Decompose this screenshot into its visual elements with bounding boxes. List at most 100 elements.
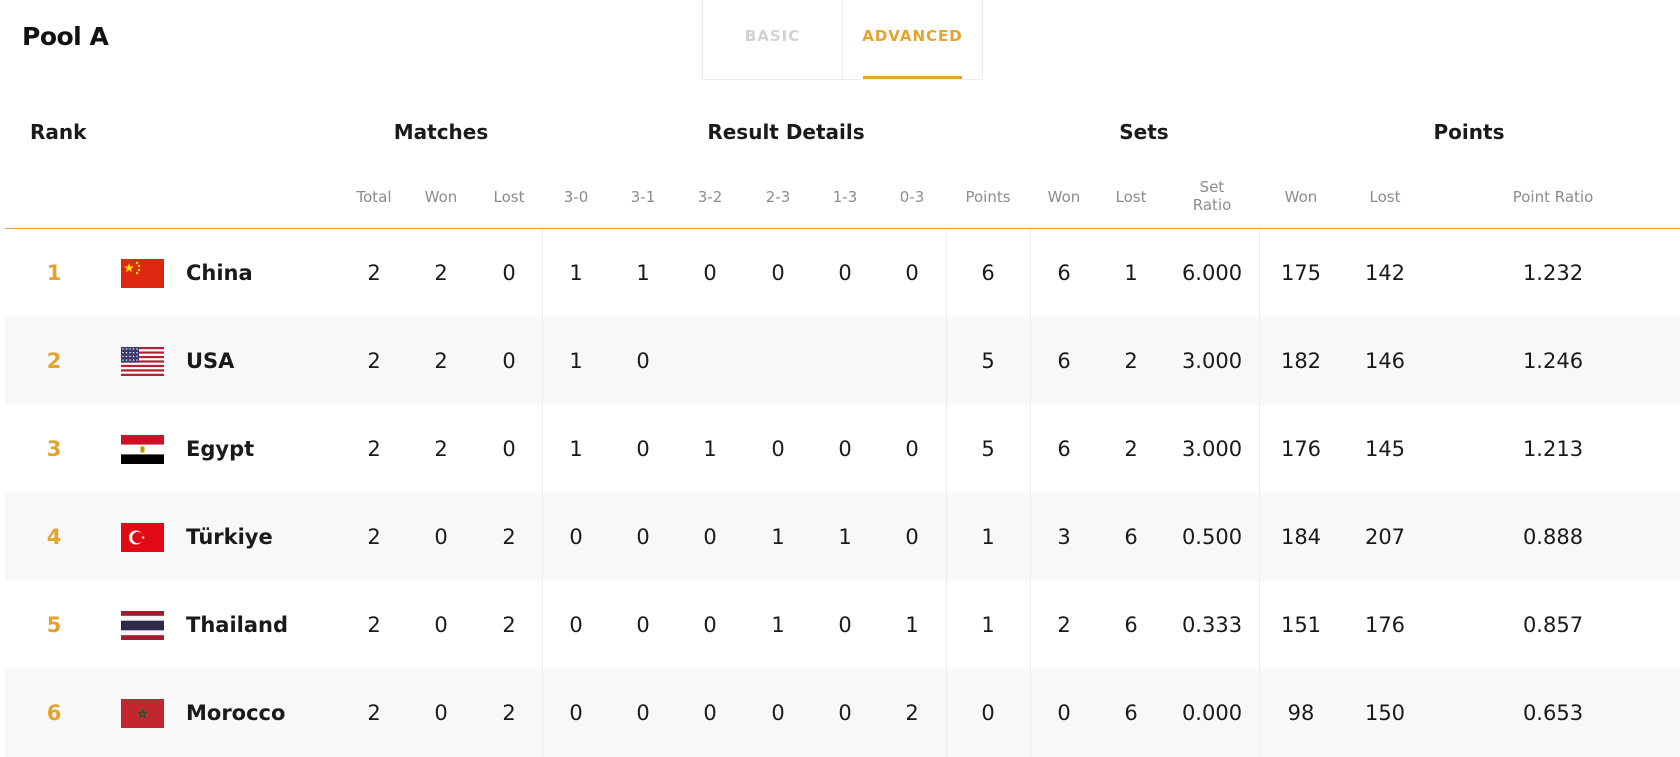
cell-points: 0 bbox=[981, 701, 995, 725]
col-header-3-2: 3-2 bbox=[697, 188, 723, 206]
cell-pts-lost: 142 bbox=[1364, 261, 1406, 285]
cell-pts-lost: 176 bbox=[1364, 613, 1406, 637]
cell-lost: 0 bbox=[502, 261, 516, 285]
col-header-0-3: 0-3 bbox=[899, 188, 925, 206]
cell-total: 2 bbox=[367, 349, 381, 373]
col-header-sets-lost: Lost bbox=[1115, 188, 1147, 206]
col-header-point-ratio: Point Ratio bbox=[1512, 188, 1594, 206]
table-row[interactable]: 3 Egypt 2 2 0 1 0 1 0 0 0 5 6 2 3.000 176 145 1.213 bbox=[5, 405, 1680, 493]
table-row[interactable]: 1 China 2 2 0 1 1 0 0 0 0 6 6 1 6.000 175 142 1.232 bbox=[5, 229, 1680, 317]
col-header-points-lost: Lost bbox=[1369, 188, 1401, 206]
cell-r13: 0 bbox=[838, 437, 852, 461]
cell-point-ratio: 1.213 bbox=[1522, 437, 1584, 461]
cell-point-ratio: 0.857 bbox=[1522, 613, 1584, 637]
table-row[interactable]: 5 Thailand 2 0 2 0 0 0 1 0 1 1 2 6 0.333 151 176 0.857 bbox=[5, 581, 1680, 669]
cell-won: 2 bbox=[434, 349, 448, 373]
cell-won: 2 bbox=[434, 261, 448, 285]
cell-r03: 0 bbox=[905, 437, 919, 461]
cell-r30: 1 bbox=[569, 437, 583, 461]
cell-lost: 2 bbox=[502, 701, 516, 725]
cell-r03: 0 bbox=[905, 525, 919, 549]
cell-pts-won: 175 bbox=[1280, 261, 1322, 285]
rank-cell: 4 bbox=[46, 525, 62, 549]
country-name[interactable]: Egypt bbox=[186, 405, 254, 493]
tab-basic[interactable]: BASIC bbox=[703, 0, 843, 79]
country-name[interactable]: USA bbox=[186, 317, 234, 405]
cell-r23: 1 bbox=[771, 525, 785, 549]
cell-r23: 0 bbox=[771, 701, 785, 725]
cell-total: 2 bbox=[367, 613, 381, 637]
cell-pts-lost: 150 bbox=[1364, 701, 1406, 725]
cell-sets-lost: 6 bbox=[1124, 613, 1138, 637]
col-header-1-3: 1-3 bbox=[832, 188, 858, 206]
country-name[interactable]: Türkiye bbox=[186, 493, 273, 581]
country-name[interactable]: China bbox=[186, 229, 253, 317]
col-header-won: Won bbox=[424, 188, 458, 206]
cell-sets-won: 0 bbox=[1057, 701, 1071, 725]
cell-won: 0 bbox=[434, 613, 448, 637]
cell-point-ratio: 1.232 bbox=[1522, 261, 1584, 285]
cell-sets-won: 6 bbox=[1057, 261, 1071, 285]
cell-pts-won: 98 bbox=[1287, 701, 1315, 725]
table-row[interactable]: 6 Morocco 2 0 2 0 0 0 0 0 2 0 0 6 0.000 98 150 0.653 bbox=[5, 669, 1680, 757]
cell-r30: 1 bbox=[569, 349, 583, 373]
cell-pts-lost: 145 bbox=[1364, 437, 1406, 461]
tab-advanced[interactable]: ADVANCED bbox=[843, 0, 982, 79]
cell-sets-lost: 2 bbox=[1124, 437, 1138, 461]
col-header-3-0: 3-0 bbox=[563, 188, 589, 206]
cell-r31: 1 bbox=[636, 261, 650, 285]
col-header-points-won: Won bbox=[1284, 188, 1318, 206]
cell-sets-lost: 2 bbox=[1124, 349, 1138, 373]
cell-point-ratio: 0.888 bbox=[1522, 525, 1584, 549]
cell-r32: 1 bbox=[703, 437, 717, 461]
cell-pts-won: 182 bbox=[1280, 349, 1322, 373]
col-header-set-ratio-line1: Set bbox=[1199, 178, 1225, 196]
table-row[interactable]: 2 USA 2 2 0 1 0 5 6 2 3.000 182 146 1.246 bbox=[5, 317, 1680, 405]
country-name[interactable]: Thailand bbox=[186, 581, 288, 669]
cell-r13: 0 bbox=[838, 701, 852, 725]
cell-r32: 0 bbox=[703, 613, 717, 637]
cell-r31: 0 bbox=[636, 349, 650, 373]
cell-set-ratio: 0.000 bbox=[1181, 701, 1243, 725]
cell-r03: 0 bbox=[905, 261, 919, 285]
cell-points: 1 bbox=[981, 525, 995, 549]
cell-points: 6 bbox=[981, 261, 995, 285]
flag-china-icon bbox=[121, 259, 164, 288]
cell-r23: 0 bbox=[771, 261, 785, 285]
cell-won: 2 bbox=[434, 437, 448, 461]
cell-sets-lost: 6 bbox=[1124, 525, 1138, 549]
table-row[interactable]: 4 Türkiye 2 0 2 0 0 0 1 1 0 1 3 6 0.500 184 207 0.888 bbox=[5, 493, 1680, 581]
cell-lost: 2 bbox=[502, 525, 516, 549]
group-header-sets: Sets bbox=[1119, 120, 1169, 144]
col-header-points: Points bbox=[965, 188, 1011, 206]
flag-turkiye-icon bbox=[121, 523, 164, 552]
cell-r31: 0 bbox=[636, 525, 650, 549]
country-name[interactable]: Morocco bbox=[186, 669, 285, 757]
cell-lost: 0 bbox=[502, 349, 516, 373]
cell-r23: 0 bbox=[771, 437, 785, 461]
cell-lost: 2 bbox=[502, 613, 516, 637]
cell-pts-won: 151 bbox=[1280, 613, 1322, 637]
col-header-set-ratio: Set Ratio bbox=[1193, 178, 1232, 214]
col-header-set-ratio-line2: Ratio bbox=[1192, 196, 1232, 214]
column-divider bbox=[1259, 229, 1260, 757]
col-header-sets-won: Won bbox=[1047, 188, 1081, 206]
view-tabs: BASIC ADVANCED bbox=[702, 0, 983, 80]
cell-r30: 0 bbox=[569, 613, 583, 637]
cell-points: 5 bbox=[981, 437, 995, 461]
rank-cell: 2 bbox=[46, 349, 62, 373]
flag-usa-icon bbox=[121, 347, 164, 376]
cell-won: 0 bbox=[434, 701, 448, 725]
cell-r13: 0 bbox=[838, 613, 852, 637]
group-header-points: Points bbox=[1433, 120, 1505, 144]
cell-total: 2 bbox=[367, 525, 381, 549]
cell-r03: 2 bbox=[905, 701, 919, 725]
group-header-rank: Rank bbox=[30, 120, 87, 144]
col-header-total: Total bbox=[356, 188, 392, 206]
cell-sets-won: 6 bbox=[1057, 437, 1071, 461]
cell-r32: 0 bbox=[703, 525, 717, 549]
cell-pts-lost: 146 bbox=[1364, 349, 1406, 373]
column-divider bbox=[542, 229, 543, 757]
cell-r13: 1 bbox=[838, 525, 852, 549]
flag-egypt-icon bbox=[121, 435, 164, 464]
